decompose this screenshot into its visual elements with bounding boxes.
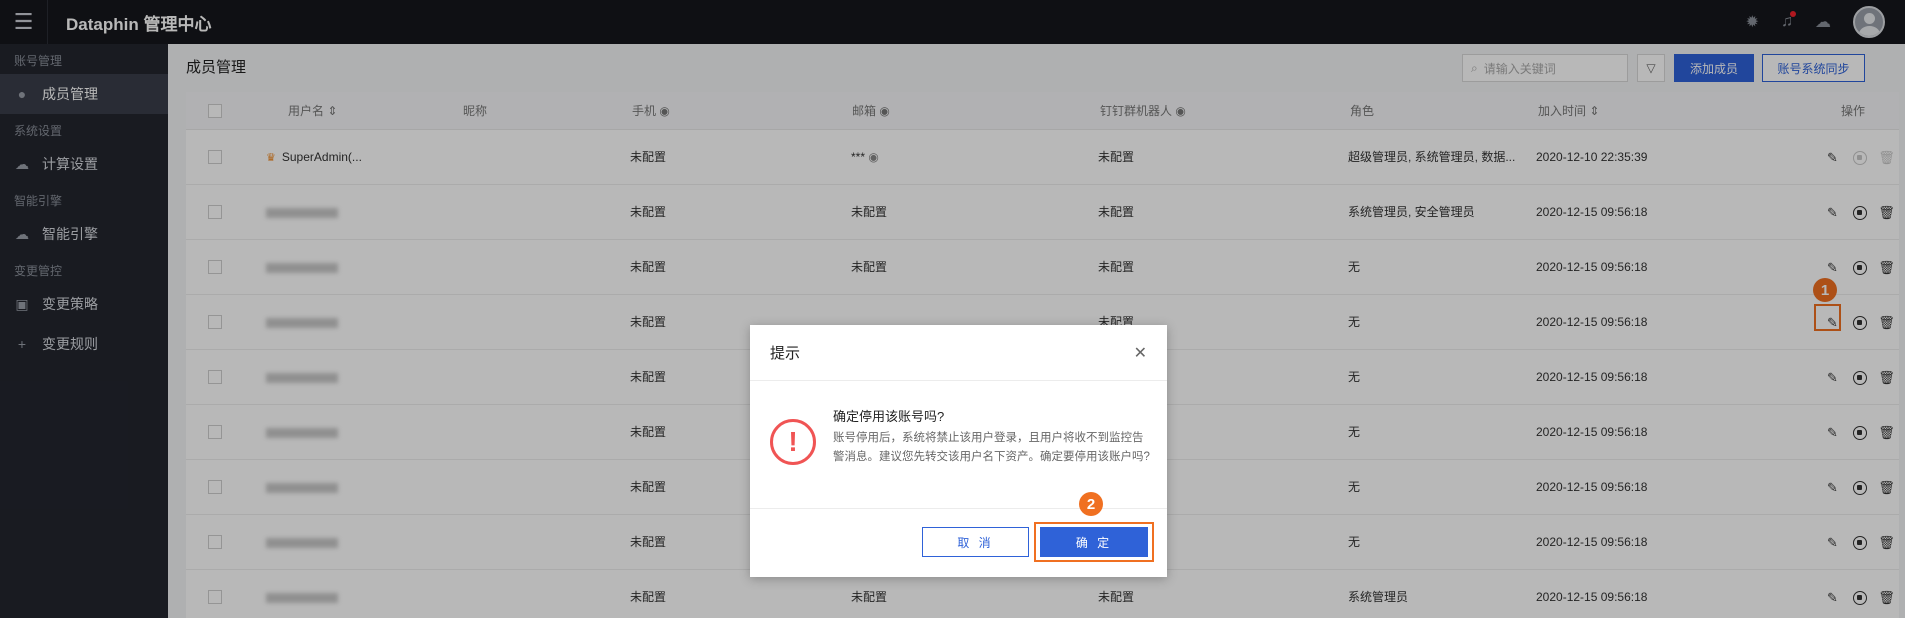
close-icon[interactable]: ✕ (1134, 343, 1147, 363)
disable-account-dialog: 提示 ✕ ! 确定停用该账号吗? 账号停用后，系统将禁止该用户登录，且用户将收不… (750, 325, 1167, 577)
dialog-title: 提示 (770, 345, 801, 362)
cancel-button[interactable]: 取 消 (922, 527, 1029, 557)
warning-icon: ! (770, 419, 816, 465)
dialog-header: 提示 ✕ (750, 325, 1167, 381)
confirm-button[interactable]: 确 定 (1040, 527, 1148, 557)
dialog-body: ! 确定停用该账号吗? 账号停用后，系统将禁止该用户登录，且用户将收不到监控告警… (750, 381, 1167, 509)
step-2-marker: 2 (1079, 492, 1103, 516)
dialog-question: 确定停用该账号吗? (833, 409, 945, 424)
dialog-message: 账号停用后，系统将禁止该用户登录，且用户将收不到监控告警消息。建议您先转交该用户… (833, 432, 1150, 463)
